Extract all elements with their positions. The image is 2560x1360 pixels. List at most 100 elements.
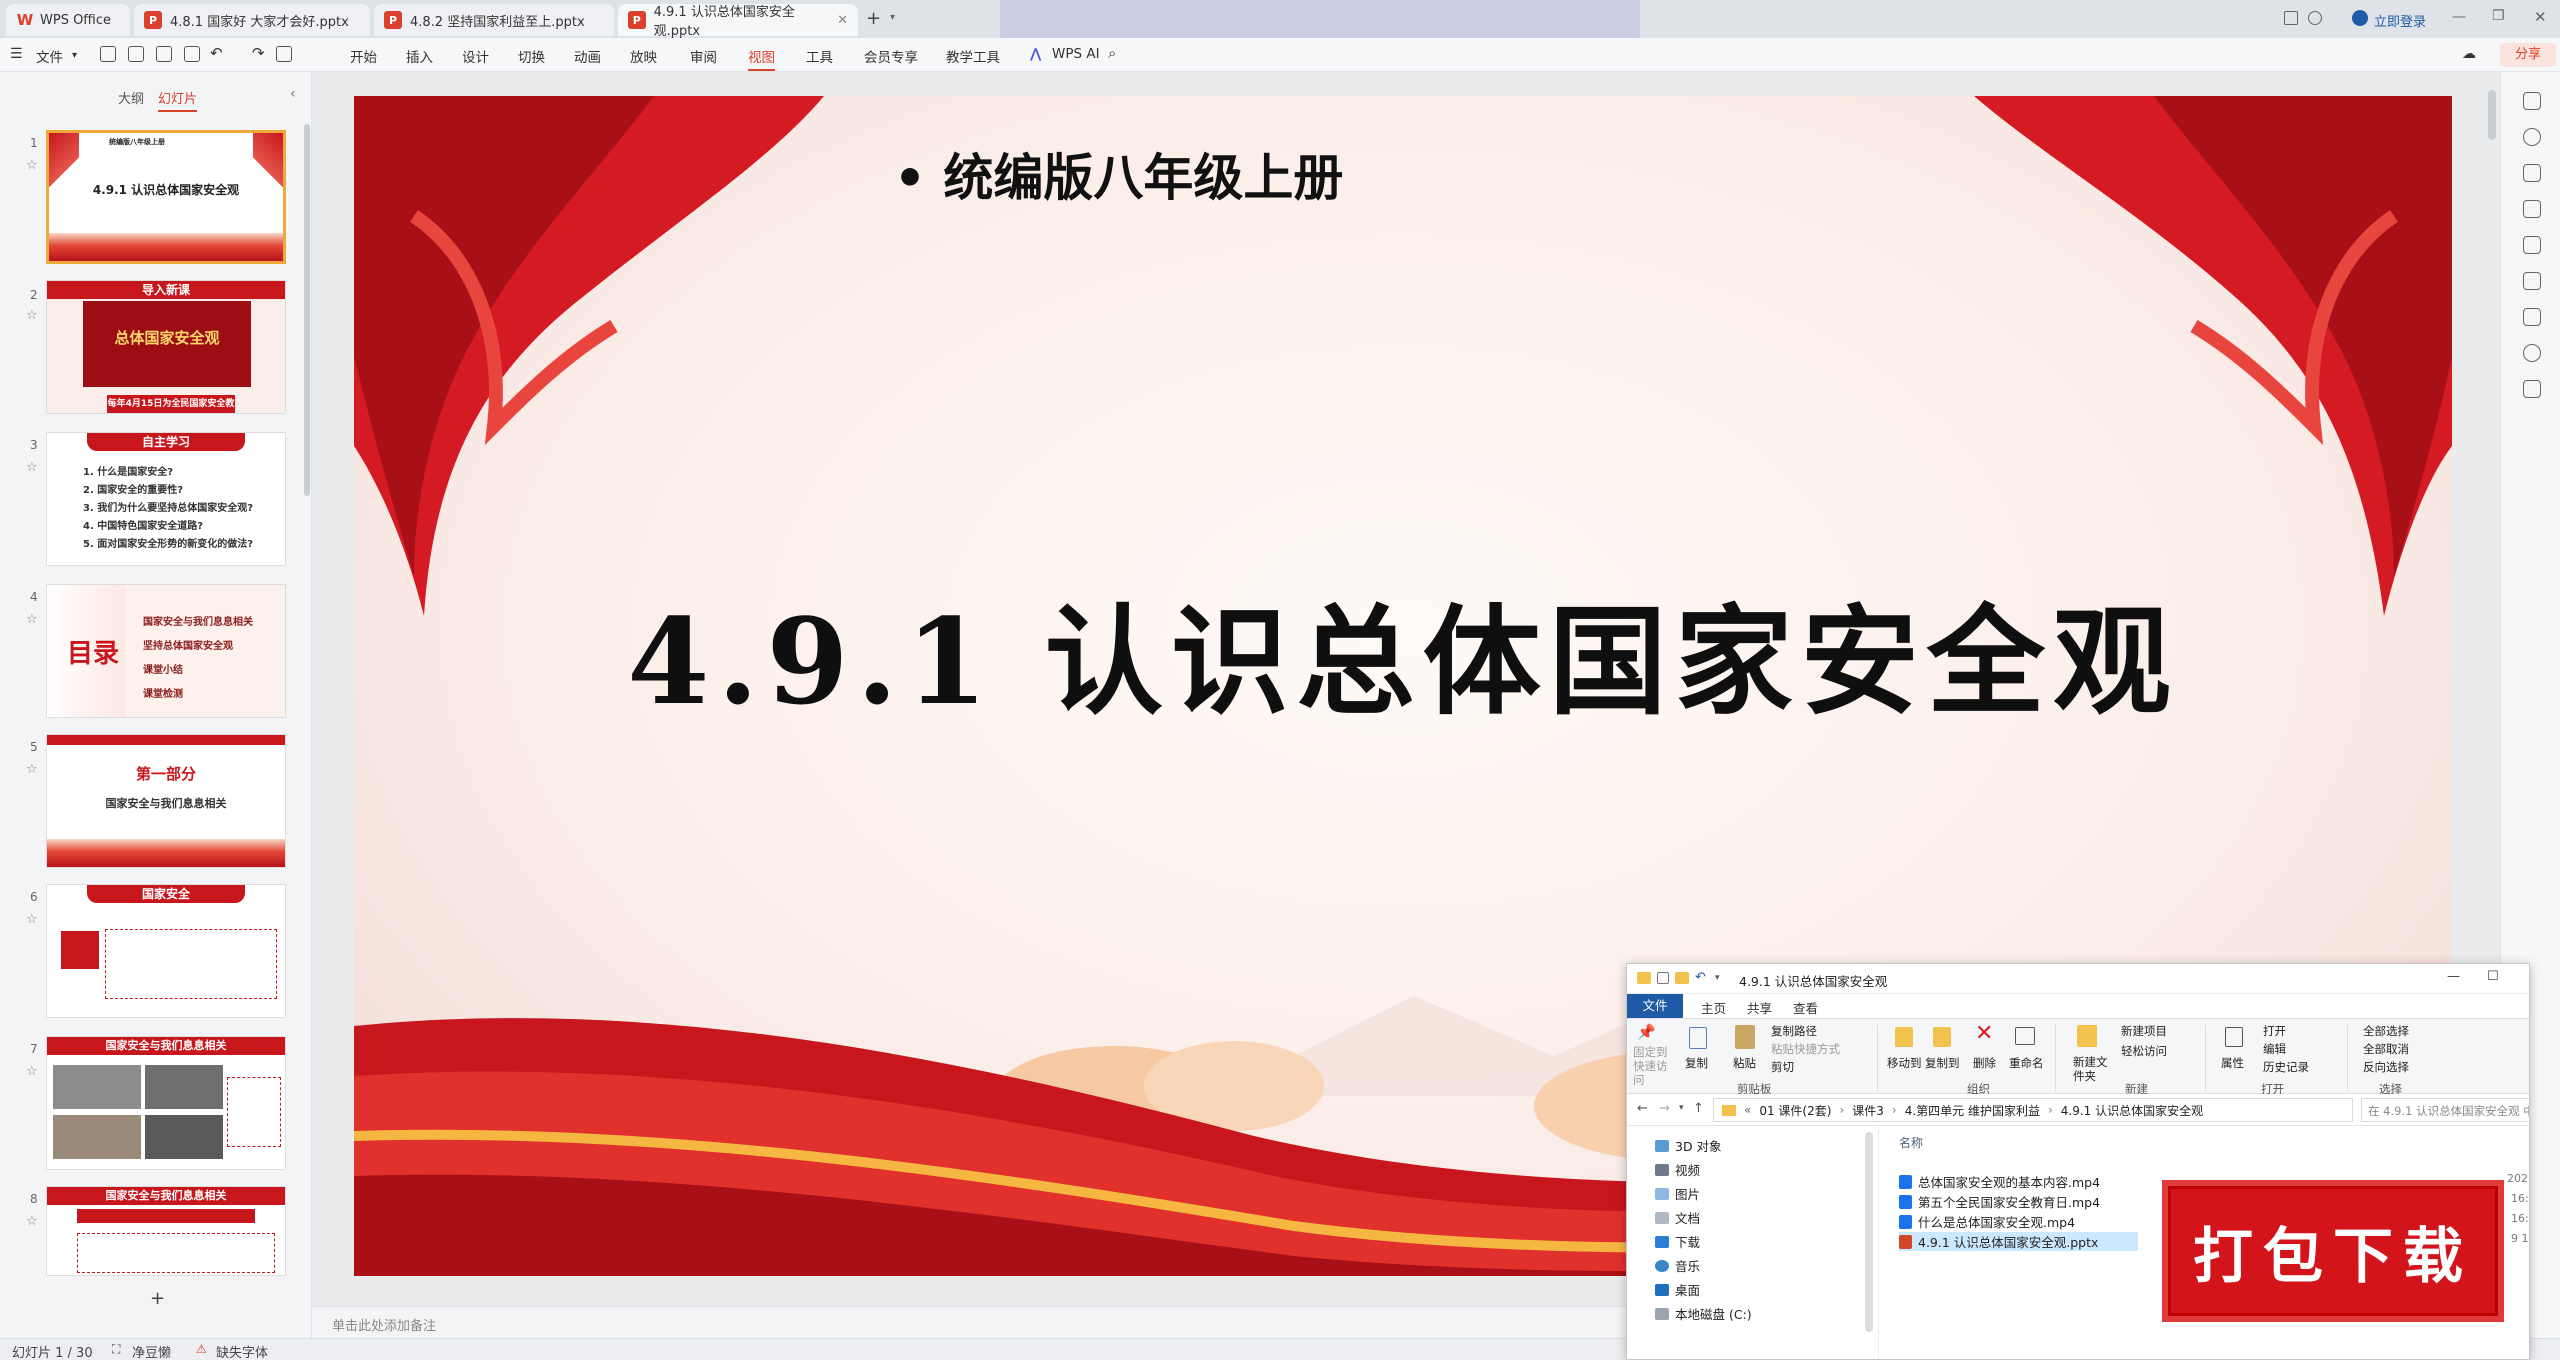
star-icon[interactable]: ☆ xyxy=(26,308,38,323)
search-icon[interactable]: ⌕ xyxy=(1108,44,1116,62)
file-item[interactable]: 总体国家安全观的基本内容.mp4 xyxy=(1899,1172,2100,1191)
menu-tools[interactable]: 工具 xyxy=(806,46,833,66)
design-icon[interactable] xyxy=(2523,92,2541,110)
forward-icon[interactable]: → xyxy=(1659,1101,1670,1116)
thumbnail-scrollbar[interactable] xyxy=(304,124,310,496)
breadcrumb-item[interactable]: 4.第四单元 维护国家利益 xyxy=(1905,1102,2040,1119)
print-preview-icon[interactable] xyxy=(184,46,200,62)
explorer-title-bar[interactable]: ↶ ▾ 4.9.1 认识总体国家安全观 — ☐ xyxy=(1627,964,2529,994)
slide-thumbnail-2[interactable]: 导入新课 总体国家安全观 每年4月15日为全民国家安全教育日 xyxy=(46,280,286,414)
menu-insert[interactable]: 插入 xyxy=(406,46,433,66)
breadcrumb-item[interactable]: 课件3 xyxy=(1852,1102,1884,1119)
wps-ai-button[interactable]: WPS AI xyxy=(1052,46,1100,62)
select-none-button[interactable]: 全部取消 xyxy=(2363,1041,2409,1057)
share-button[interactable]: 分享 xyxy=(2500,43,2556,67)
breadcrumb-item[interactable]: 4.9.1 认识总体国家安全观 xyxy=(2061,1102,2203,1119)
slide-thumbnail-4[interactable]: 目录 国家安全与我们息息相关 坚持总体国家安全观 课堂小结 课堂检测 xyxy=(46,584,286,718)
cloud-sync-icon[interactable]: ☁ xyxy=(2462,46,2476,62)
nav-item-music[interactable]: 音乐 xyxy=(1655,1256,1700,1275)
menu-teaching-tools[interactable]: 教学工具 xyxy=(946,46,1000,66)
canvas-scrollbar[interactable] xyxy=(2488,90,2496,140)
close-tab-icon[interactable]: ✕ xyxy=(837,13,848,28)
wps-ai-icon[interactable]: ⋀ xyxy=(1030,46,1041,62)
invert-selection-button[interactable]: 反向选择 xyxy=(2363,1059,2409,1075)
file-item[interactable]: 第五个全民国家安全教育日.mp4 xyxy=(1899,1192,2100,1211)
search-input[interactable]: 在 4.9.1 认识总体国家安全观 中搜索 xyxy=(2361,1098,2529,1122)
properties-button[interactable]: 属性 xyxy=(2221,1055,2244,1071)
menu-home[interactable]: 开始 xyxy=(350,46,377,66)
menu-review[interactable]: 审阅 xyxy=(690,46,717,66)
copy-to-button[interactable]: 复制到 xyxy=(1925,1055,1960,1071)
menu-transition[interactable]: 切换 xyxy=(518,46,545,66)
nav-item-desktop[interactable]: 桌面 xyxy=(1655,1280,1700,1299)
chevron-down-icon[interactable]: ▾ xyxy=(72,50,77,61)
file-item-selected[interactable]: 4.9.1 认识总体国家安全观.pptx xyxy=(1899,1232,2139,1251)
slide-thumbnail-7[interactable]: 国家安全与我们息息相关 xyxy=(46,1036,286,1170)
tab-home[interactable]: 主页 xyxy=(1701,998,1726,1017)
chevron-down-icon[interactable]: ▾ xyxy=(1715,973,1720,983)
menu-view[interactable]: 视图 xyxy=(748,46,775,71)
history-button[interactable]: 历史记录 xyxy=(2263,1059,2309,1075)
menu-slideshow[interactable]: 放映 xyxy=(630,46,657,66)
cut-button[interactable]: 剪切 xyxy=(1771,1059,1794,1075)
download-package-stamp[interactable]: 打包下载 xyxy=(2162,1180,2504,1322)
paste-shortcut-button[interactable]: 粘贴快捷方式 xyxy=(1771,1041,1840,1057)
slide-thumbnail-8[interactable]: 国家安全与我们息息相关 xyxy=(46,1186,286,1276)
nav-item-downloads[interactable]: 下载 xyxy=(1655,1232,1700,1251)
more-icon[interactable] xyxy=(2523,380,2541,398)
slide-thumbnail-6[interactable]: 国家安全 xyxy=(46,884,286,1018)
menu-file[interactable]: 文件 xyxy=(36,46,63,66)
chevron-down-icon[interactable]: ▾ xyxy=(1679,1103,1684,1113)
back-icon[interactable]: ← xyxy=(1637,1101,1648,1116)
up-icon[interactable]: ↑ xyxy=(1693,1101,1704,1116)
tab-file[interactable]: 文件 xyxy=(1627,994,1683,1018)
slide-thumbnail-1[interactable]: 统编版八年级上册 4.9.1 认识总体国家安全观 xyxy=(46,130,286,264)
tab-document-2[interactable]: P 4.8.2 坚持国家利益至上.pptx xyxy=(374,4,614,36)
open-button[interactable]: 打开 xyxy=(2263,1023,2286,1039)
skin-icon[interactable] xyxy=(2308,11,2322,25)
new-folder-quick-icon[interactable] xyxy=(1675,972,1689,984)
missing-font-link[interactable]: 缺失字体 xyxy=(216,1342,268,1360)
star-icon[interactable]: ☆ xyxy=(26,158,38,173)
collapse-panel-icon[interactable]: ‹ xyxy=(290,86,296,102)
easy-access-button[interactable]: 轻松访问 xyxy=(2121,1043,2167,1059)
menu-design[interactable]: 设计 xyxy=(462,46,489,66)
star-icon[interactable]: ☆ xyxy=(26,1214,38,1229)
rename-button[interactable]: 重命名 xyxy=(2009,1055,2044,1071)
help-icon[interactable] xyxy=(2523,344,2541,362)
menu-member[interactable]: 会员专享 xyxy=(864,46,918,66)
tab-document-1[interactable]: P 4.8.1 国家好 大家才会好.pptx xyxy=(134,4,370,36)
nav-item-local-disk[interactable]: 本地磁盘 (C:) xyxy=(1655,1304,1752,1323)
maximize-icon[interactable]: ❐ xyxy=(2492,8,2505,24)
format-painter-icon[interactable] xyxy=(276,46,292,62)
slide-title[interactable]: 4.9.1 认识总体国家安全观 xyxy=(354,566,2452,737)
menu-animation[interactable]: 动画 xyxy=(574,46,601,66)
add-slide-button[interactable]: + xyxy=(150,1288,165,1309)
slide-thumbnail-3[interactable]: 自主学习 1. 什么是国家安全? 2. 国家安全的重要性? 3. 我们为什么要坚… xyxy=(46,432,286,566)
nav-item-documents[interactable]: 文档 xyxy=(1655,1208,1700,1227)
maximize-icon[interactable]: ☐ xyxy=(2487,969,2499,984)
slide-thumbnail-5[interactable]: 第一部分 国家安全与我们息息相关 xyxy=(46,734,286,868)
undo-quick-icon[interactable]: ↶ xyxy=(1695,970,1706,985)
select-all-button[interactable]: 全部选择 xyxy=(2363,1023,2409,1039)
star-icon[interactable]: ☆ xyxy=(26,612,38,627)
theme-name[interactable]: 净豆懒 xyxy=(132,1342,171,1360)
star-icon[interactable]: ☆ xyxy=(26,1064,38,1079)
nav-scrollbar[interactable] xyxy=(1865,1132,1873,1332)
tab-share[interactable]: 共享 xyxy=(1747,998,1772,1017)
copy-path-button[interactable]: 复制路径 xyxy=(1771,1023,1817,1039)
minimize-icon[interactable]: — xyxy=(2447,969,2460,984)
tab-slides[interactable]: 幻灯片 xyxy=(158,88,198,112)
crop-icon[interactable] xyxy=(2523,272,2541,290)
comment-icon[interactable] xyxy=(2523,308,2541,326)
tab-document-3[interactable]: P 4.9.1 认识总体国家安全观.pptx ✕ xyxy=(618,4,858,39)
sparkle-icon[interactable] xyxy=(2523,128,2541,146)
titlebar-drag-area[interactable] xyxy=(1000,0,1640,38)
properties-quick-icon[interactable] xyxy=(1657,972,1669,984)
column-header-name[interactable]: 名称 xyxy=(1899,1134,1923,1151)
hamburger-icon[interactable]: ☰ xyxy=(10,46,23,62)
slide-subtitle[interactable]: • 统编版八年级上册 xyxy=(894,138,1343,210)
tab-home[interactable]: W WPS Office xyxy=(6,4,130,36)
tab-outline[interactable]: 大纲 xyxy=(118,88,144,107)
address-input[interactable]: « 01 课件(2套) › 课件3 › 4.第四单元 维护国家利益 › 4.9.1 认… xyxy=(1713,1098,2353,1122)
